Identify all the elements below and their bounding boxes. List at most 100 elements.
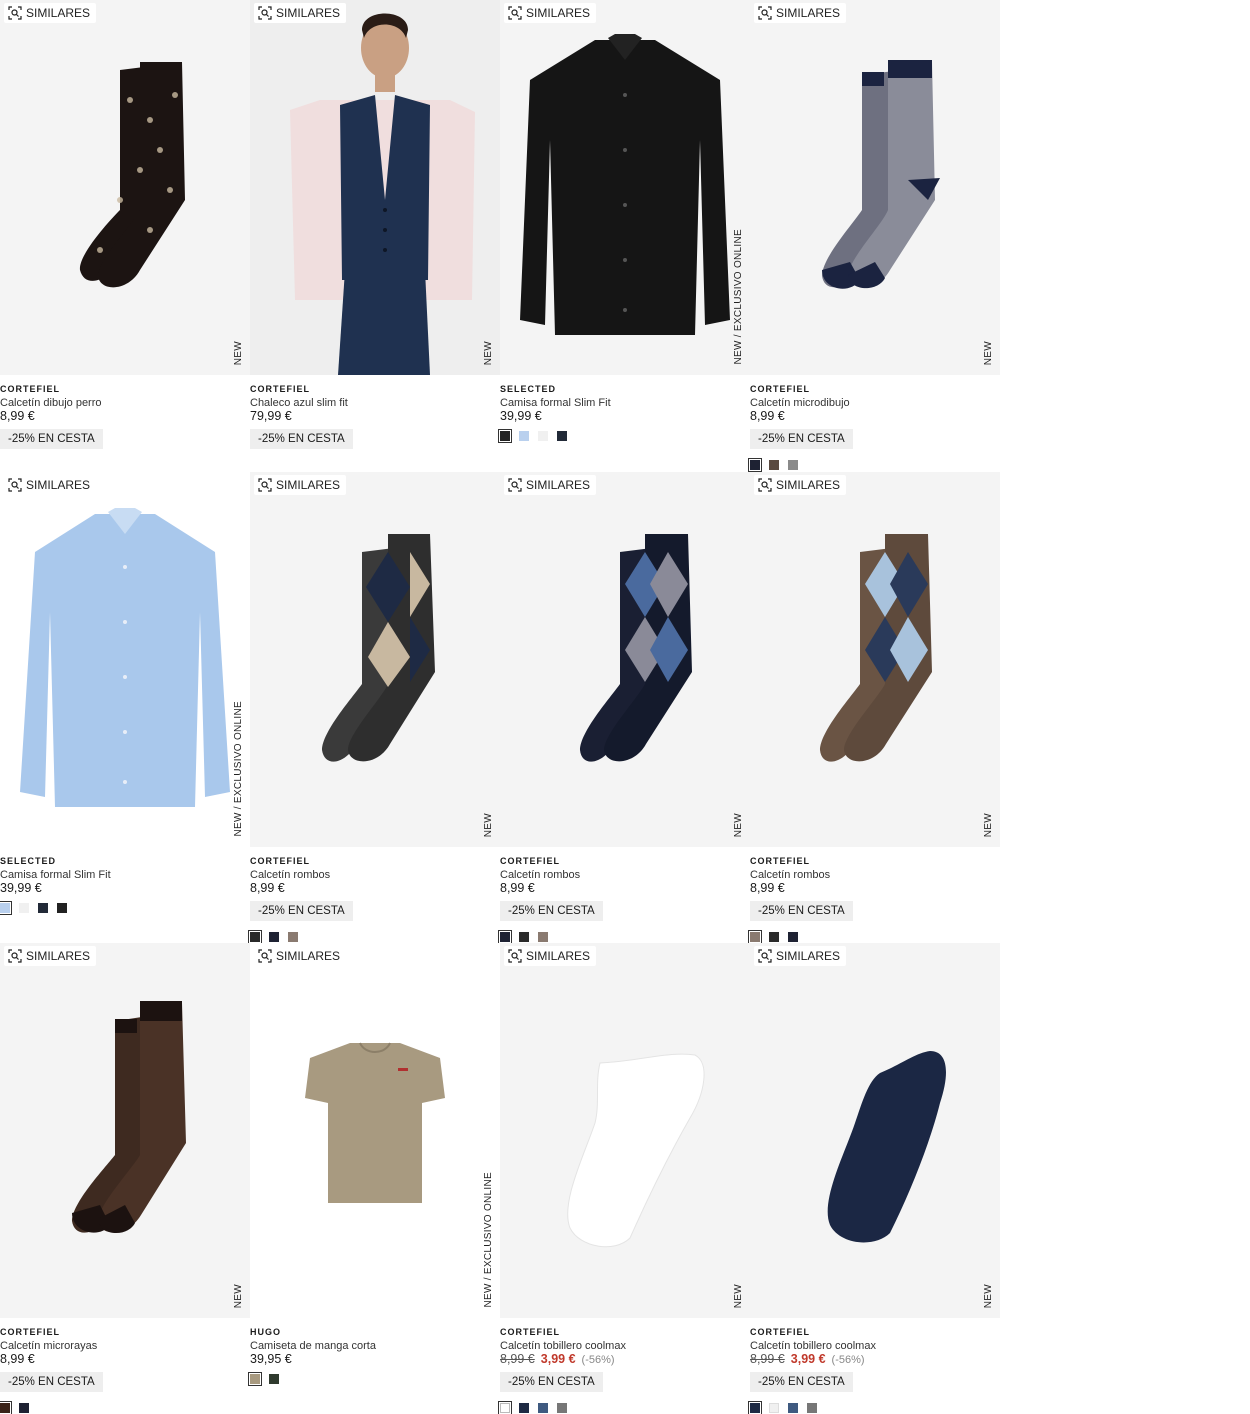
product-name[interactable]: Calcetín rombos: [500, 869, 580, 881]
similar-search-icon: [508, 949, 522, 963]
color-swatch[interactable]: [269, 932, 279, 942]
color-swatch[interactable]: [538, 1403, 548, 1413]
product-tag: NEW: [483, 812, 494, 837]
tshirt-image: [305, 1042, 445, 1203]
product-name[interactable]: Calcetín microdibujo: [750, 397, 850, 409]
product-tag: NEW: [983, 340, 994, 365]
product-card[interactable]: SIMILARES NEW CORTEFIEL Chaleco azul sli…: [250, 0, 500, 471]
promo-badge: -25% EN CESTA: [250, 429, 353, 449]
color-swatch[interactable]: [748, 1401, 762, 1414]
product-card[interactable]: SIMILARES NEW CORTEFIEL Calcetín dibujo …: [0, 0, 250, 471]
similar-button[interactable]: SIMILARES: [504, 475, 597, 495]
product-card[interactable]: SIMILARES NEW CORTEFIEL Calcetín rombos …: [248, 472, 500, 944]
old-price: 8,99 €: [500, 1352, 535, 1366]
product-card[interactable]: SIMILARES NEW CORTEFIEL Calcetín microra…: [0, 943, 250, 1414]
color-swatch[interactable]: [769, 932, 779, 942]
color-swatch[interactable]: [248, 1372, 262, 1386]
color-swatch[interactable]: [498, 1401, 512, 1414]
similar-button[interactable]: SIMILARES: [4, 946, 97, 966]
similar-button[interactable]: SIMILARES: [254, 946, 347, 966]
product-price: 8,99 €: [750, 881, 785, 895]
color-swatch[interactable]: [807, 1403, 817, 1413]
similar-button[interactable]: SIMILARES: [254, 475, 347, 495]
product-brand: SELECTED: [500, 384, 557, 394]
color-swatch[interactable]: [557, 1403, 567, 1413]
product-price: 8,99 €: [0, 1352, 35, 1366]
promo-badge: -25% EN CESTA: [0, 1372, 103, 1392]
product-card[interactable]: SIMILARES NEW CORTEFIEL Calcetín rombos …: [498, 472, 750, 944]
color-swatch[interactable]: [538, 431, 548, 441]
color-swatch[interactable]: [748, 458, 762, 472]
product-image[interactable]: SIMILARES NEW: [750, 943, 1000, 1318]
product-price: 79,99 €: [250, 409, 292, 423]
color-swatch[interactable]: [519, 932, 529, 942]
color-swatch[interactable]: [57, 903, 67, 913]
product-tag: NEW: [983, 1283, 994, 1308]
sock-image: [72, 1001, 186, 1234]
color-swatch[interactable]: [38, 903, 48, 913]
product-name[interactable]: Camiseta de manga corta: [250, 1340, 376, 1352]
color-swatch[interactable]: [788, 1403, 798, 1413]
blue-shirt-image: [20, 508, 230, 807]
similar-button[interactable]: SIMILARES: [754, 475, 847, 495]
product-card[interactable]: SIMILARES NEW CORTEFIEL Calcetín microdi…: [748, 0, 1000, 472]
product-name[interactable]: Calcetín microrayas: [0, 1340, 97, 1352]
product-card[interactable]: SIMILARES NEW / EXCLUSIVO ONLINE HUGO Ca…: [248, 943, 500, 1414]
product-card[interactable]: SIMILARES NEW CORTEFIEL Calcetín tobille…: [498, 943, 750, 1414]
product-image[interactable]: SIMILARES NEW: [250, 472, 500, 847]
similar-button[interactable]: SIMILARES: [254, 3, 347, 23]
color-swatch[interactable]: [748, 930, 762, 944]
color-swatch[interactable]: [538, 932, 548, 942]
product-name[interactable]: Camisa formal Slim Fit: [0, 869, 111, 881]
product-name[interactable]: Calcetín rombos: [750, 869, 830, 881]
color-swatch[interactable]: [288, 932, 298, 942]
product-card[interactable]: SIMILARES NEW CORTEFIEL Calcetín rombos …: [748, 472, 1000, 944]
color-swatch[interactable]: [19, 903, 29, 913]
color-swatch[interactable]: [788, 460, 798, 470]
promo-badge: -25% EN CESTA: [750, 429, 853, 449]
product-image[interactable]: SIMILARES NEW: [750, 472, 1000, 847]
product-image[interactable]: SIMILARES NEW / EXCLUSIVO ONLINE: [500, 0, 750, 375]
similar-button[interactable]: SIMILARES: [4, 3, 97, 23]
color-swatch[interactable]: [498, 930, 512, 944]
product-card[interactable]: SIMILARES NEW / EXCLUSIVO ONLINE SELECTE…: [498, 0, 750, 471]
product-name[interactable]: Calcetín dibujo perro: [0, 397, 102, 409]
product-card[interactable]: SIMILARES NEW / EXCLUSIVO ONLINE SELECTE…: [0, 472, 250, 943]
color-swatch[interactable]: [0, 901, 12, 915]
similar-button[interactable]: SIMILARES: [4, 475, 97, 495]
color-swatch[interactable]: [248, 930, 262, 944]
similar-button[interactable]: SIMILARES: [504, 946, 597, 966]
color-swatch[interactable]: [0, 1401, 12, 1414]
product-image[interactable]: SIMILARES NEW / EXCLUSIVO ONLINE: [0, 472, 250, 847]
color-swatch[interactable]: [788, 932, 798, 942]
product-name[interactable]: Camisa formal Slim Fit: [500, 397, 611, 409]
similar-button[interactable]: SIMILARES: [754, 3, 847, 23]
color-swatch[interactable]: [769, 1403, 779, 1413]
color-swatch[interactable]: [269, 1374, 279, 1384]
product-image[interactable]: SIMILARES NEW / EXCLUSIVO ONLINE: [250, 943, 500, 1318]
product-image[interactable]: SIMILARES NEW: [500, 472, 750, 847]
promo-badge: -25% EN CESTA: [750, 901, 853, 921]
color-swatches: [248, 1372, 279, 1386]
product-brand: CORTEFIEL: [250, 856, 310, 866]
product-image[interactable]: SIMILARES NEW: [0, 943, 250, 1318]
color-swatch[interactable]: [19, 1403, 29, 1413]
similar-button[interactable]: SIMILARES: [754, 946, 847, 966]
color-swatch[interactable]: [557, 431, 567, 441]
product-name[interactable]: Chaleco azul slim fit: [250, 397, 348, 409]
color-swatch[interactable]: [519, 431, 529, 441]
product-name[interactable]: Calcetín tobillero coolmax: [500, 1340, 626, 1352]
product-name[interactable]: Calcetín tobillero coolmax: [750, 1340, 876, 1352]
product-image[interactable]: SIMILARES NEW: [750, 0, 1000, 375]
product-image[interactable]: SIMILARES NEW: [0, 0, 250, 375]
color-swatch[interactable]: [519, 1403, 529, 1413]
product-image[interactable]: SIMILARES NEW: [500, 943, 750, 1318]
product-name[interactable]: Calcetín rombos: [250, 869, 330, 881]
black-shirt-image: [520, 34, 730, 335]
color-swatch[interactable]: [498, 429, 512, 443]
similar-button[interactable]: SIMILARES: [504, 3, 597, 23]
color-swatch[interactable]: [769, 460, 779, 470]
product-card[interactable]: SIMILARES NEW CORTEFIEL Calcetín tobille…: [748, 943, 1000, 1414]
product-image[interactable]: SIMILARES NEW: [250, 0, 500, 375]
product-price: 39,99 €: [0, 881, 42, 895]
